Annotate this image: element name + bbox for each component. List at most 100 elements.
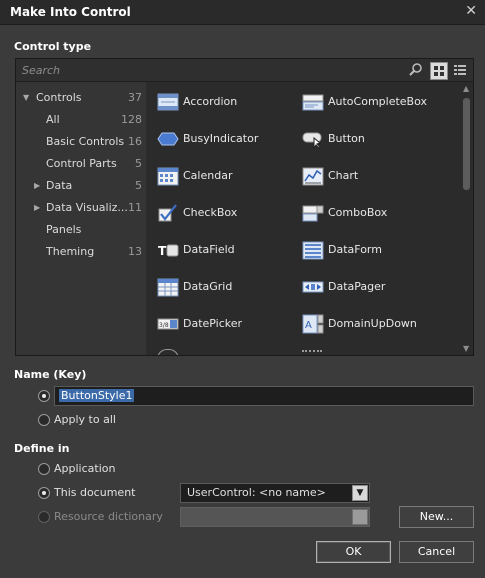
combobox-icon [302, 203, 324, 223]
tree-item-count: 37 [128, 91, 142, 104]
tree-item-label: All [46, 113, 60, 126]
control-item[interactable]: ComboBox [302, 201, 447, 227]
tree-item-count: 128 [121, 113, 142, 126]
search-icon[interactable] [408, 62, 424, 78]
expand-arrow-icon[interactable]: ▼ [23, 93, 29, 102]
apply-to-all-radio[interactable] [38, 414, 50, 426]
tree-item-count: 16 [128, 135, 142, 148]
control-item-label: DataForm [328, 243, 382, 256]
chevron-down-icon[interactable]: ▼ [352, 485, 368, 501]
tree-item-label: Data [46, 179, 73, 192]
control-item[interactable]: CheckBox [157, 201, 302, 227]
button-icon [302, 129, 324, 150]
grid-view-icon[interactable] [430, 62, 448, 80]
this-document-radio[interactable] [38, 487, 50, 499]
control-item[interactable]: DataForm [302, 238, 447, 264]
application-radio[interactable] [38, 463, 50, 475]
tree-item-label: Theming [46, 245, 95, 258]
busyindicator-icon [157, 129, 179, 149]
tree-item-control-parts[interactable]: Control Parts 5 [16, 154, 146, 174]
calendar-icon [157, 166, 179, 186]
control-item-label: Accordion [183, 95, 238, 108]
svg-text:3/8: 3/8 [159, 322, 169, 329]
control-item[interactable]: DataPager [302, 275, 447, 301]
control-item-label: DataGrid [183, 280, 233, 293]
name-input-value: ButtonStyle1 [59, 389, 135, 402]
control-item[interactable]: AutoCompleteBox [302, 90, 447, 116]
control-item[interactable]: Calendar [157, 164, 302, 190]
tree-item-label: Data Visualiz... [46, 201, 128, 214]
this-document-combo-value: UserControl: <no name> [187, 486, 326, 499]
chevron-down-icon[interactable] [352, 509, 368, 525]
scroll-up-icon[interactable]: ▲ [463, 84, 469, 93]
tree-item-theming[interactable]: Theming 13 [16, 242, 146, 262]
category-tree: ▼ Controls 37 All 128 Basic Controls 16 … [16, 82, 146, 355]
close-icon[interactable]: ✕ [465, 3, 477, 19]
control-item[interactable]: DataGrid [157, 275, 302, 301]
list-view-icon[interactable] [452, 62, 468, 78]
control-item[interactable]: 3/8 DatePicker [157, 312, 302, 338]
apply-to-all-label: Apply to all [54, 413, 116, 426]
name-input[interactable]: ButtonStyle1 [54, 386, 474, 406]
tree-item-count: 5 [135, 157, 142, 170]
autocompletebox-icon [302, 92, 324, 112]
control-item[interactable]: Chart [302, 164, 447, 190]
tree-item-count: 13 [128, 245, 142, 258]
control-item-label: DatePicker [183, 317, 243, 330]
control-item[interactable]: BusyIndicator [157, 127, 302, 153]
control-item-label: AutoCompleteBox [328, 95, 427, 108]
scroll-down-icon[interactable]: ▼ [463, 344, 469, 353]
control-item[interactable]: T DataField [157, 238, 302, 264]
scrollbar-thumb[interactable] [463, 98, 470, 190]
name-radio[interactable] [38, 390, 50, 402]
control-item[interactable]: Button [302, 127, 447, 153]
tree-item-basic-controls[interactable]: Basic Controls 16 [16, 132, 146, 152]
ok-button[interactable]: OK [316, 541, 391, 563]
tree-item-panels[interactable]: Panels [16, 220, 146, 240]
dataform-icon [302, 240, 324, 260]
datapager-icon [302, 277, 324, 297]
application-label: Application [54, 462, 116, 475]
control-type-panel: ▼ Controls 37 All 128 Basic Controls 16 … [15, 58, 474, 356]
expand-arrow-icon[interactable]: ▶ [34, 181, 40, 190]
search-input[interactable] [20, 61, 404, 79]
control-item[interactable]: Accordion [157, 90, 302, 116]
accordion-icon [157, 92, 179, 112]
chart-icon [302, 166, 324, 186]
this-document-combo[interactable]: UserControl: <no name> ▼ [180, 483, 370, 503]
control-type-label: Control type [14, 40, 92, 53]
items-scrollbar[interactable]: ▲ ▼ [460, 82, 473, 355]
resource-dictionary-combo[interactable] [180, 507, 370, 527]
tree-item-label: Panels [46, 223, 82, 236]
datepicker-icon: 3/8 [157, 314, 179, 334]
partial-control-icon [157, 349, 179, 355]
tree-item-label: Controls [36, 91, 82, 104]
tree-item-data[interactable]: ▶ Data 5 [16, 176, 146, 196]
expand-arrow-icon[interactable]: ▶ [34, 203, 40, 212]
tree-item-all[interactable]: All 128 [16, 110, 146, 130]
tree-item-label: Basic Controls [46, 135, 125, 148]
domainupdown-icon: A [302, 314, 324, 334]
this-document-label: This document [54, 486, 136, 499]
control-item-label: ComboBox [328, 206, 388, 219]
control-item-label: DataField [183, 243, 235, 256]
control-item-label: BusyIndicator [183, 132, 259, 145]
resource-dictionary-label: Resource dictionary [54, 510, 163, 523]
new-button[interactable]: New... [399, 506, 474, 528]
svg-text:A: A [305, 320, 312, 331]
checkbox-icon [157, 203, 179, 223]
tree-item-count: 5 [135, 179, 142, 192]
datafield-icon: T [157, 240, 179, 260]
svg-text:T: T [158, 244, 167, 258]
control-item[interactable]: A DomainUpDown [302, 312, 447, 338]
name-key-label: Name (Key) [14, 368, 87, 381]
tree-item-count: 11 [128, 201, 142, 214]
tree-item-controls[interactable]: ▼ Controls 37 [16, 88, 146, 108]
datagrid-icon [157, 277, 179, 297]
tree-item-data-visualization[interactable]: ▶ Data Visualiz... 11 [16, 198, 146, 218]
control-item-label: Chart [328, 169, 359, 182]
cancel-button[interactable]: Cancel [399, 541, 474, 563]
resource-dictionary-radio[interactable] [38, 511, 50, 523]
control-item-label: CheckBox [183, 206, 238, 219]
define-in-label: Define in [14, 442, 70, 455]
